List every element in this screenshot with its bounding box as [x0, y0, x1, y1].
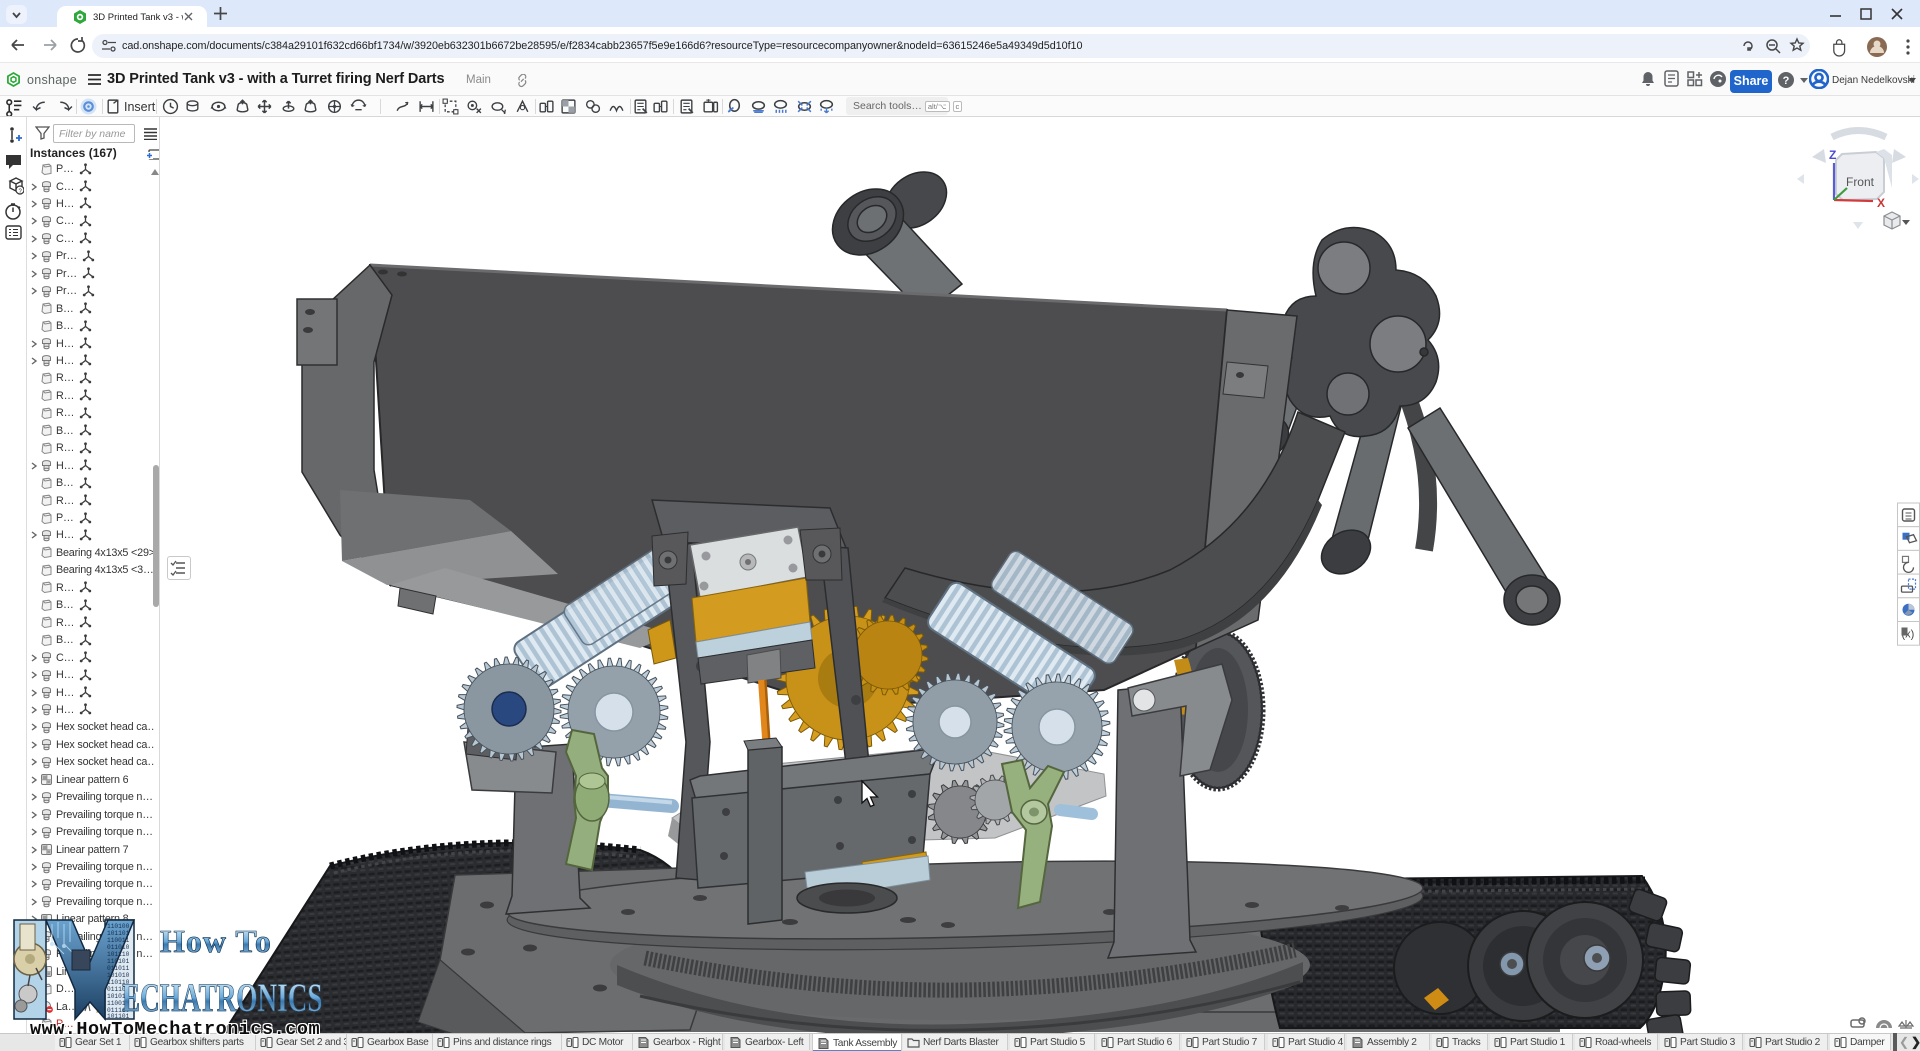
svg-text:101110: 101110: [107, 951, 130, 958]
svg-text:?: ?: [1783, 75, 1790, 87]
svg-text:110100: 110100: [107, 923, 130, 930]
svg-text:X: X: [1877, 196, 1885, 210]
svg-text:101101: 101101: [107, 930, 130, 937]
svg-text:110011: 110011: [107, 937, 130, 944]
svg-text:Front: Front: [1846, 175, 1875, 189]
svg-text:110101: 110101: [107, 958, 130, 965]
svg-text:011010: 011010: [107, 944, 130, 951]
svg-text:011011: 011011: [107, 965, 130, 972]
svg-text:Z: Z: [1829, 148, 1836, 162]
